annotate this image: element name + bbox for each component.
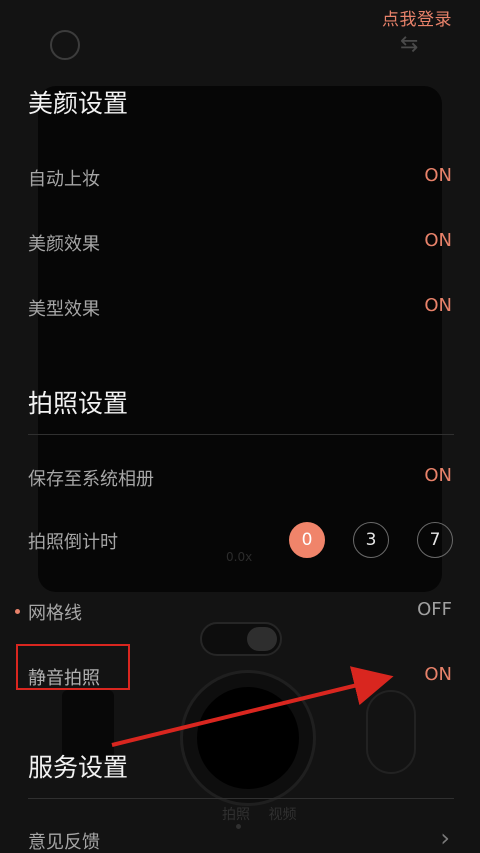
annotation-arrow: [111, 666, 394, 747]
settings-panel: 点我登录 美颜设置 自动上妆 ON 美颜效果 ON 美型效果 ON 拍照设置 保…: [0, 0, 480, 853]
camera-settings-screen: ⇆ 0.0x 拍照 视频 点我登录 美颜设置 自动上妆 ON 美颜效果 ON 美…: [0, 0, 480, 853]
